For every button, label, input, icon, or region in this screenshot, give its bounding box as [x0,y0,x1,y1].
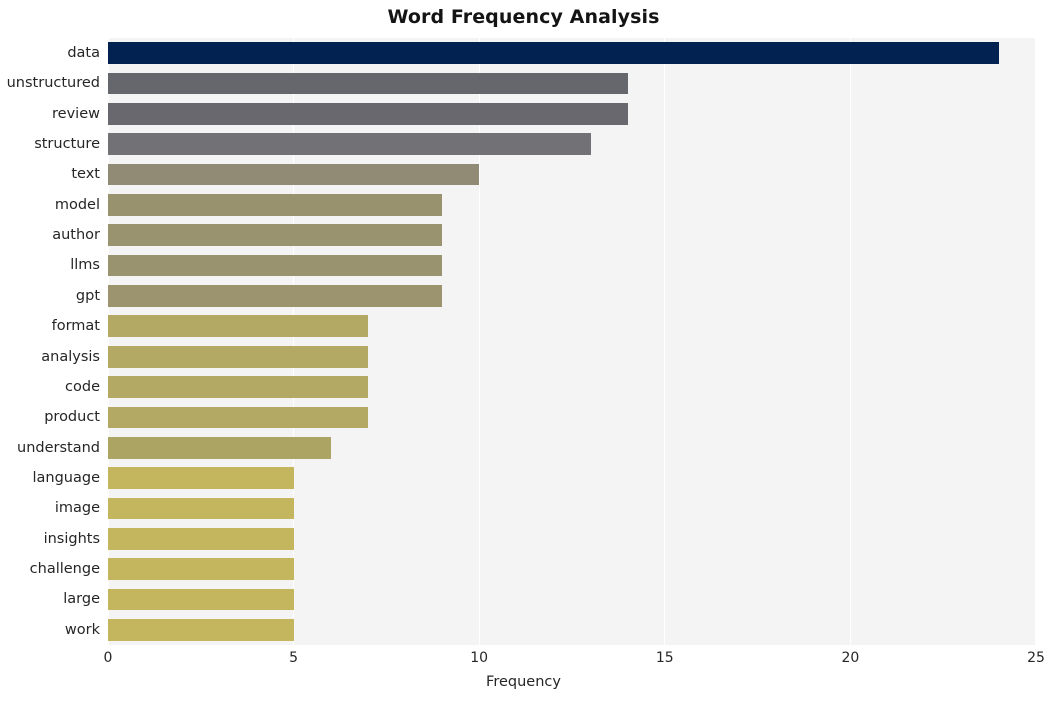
y-axis-tick-label: unstructured [6,75,100,92]
bar-row: review [52,99,1036,129]
bar-row: understand [17,433,1036,463]
bar [108,527,294,550]
y-axis-tick-label: analysis [41,348,100,365]
x-axis-tick-label: 20 [841,650,860,666]
y-axis-tick-label: llms [70,257,100,274]
bar [108,467,294,489]
y-axis-tick-label: data [67,45,100,61]
x-axis-tick-label: 0 [103,650,113,666]
y-axis-tick-label: text [71,166,100,183]
bar [108,103,628,125]
bar-row: image [55,493,1036,523]
bar [108,345,368,368]
bar-row: structure [34,129,1036,159]
bar [108,194,443,216]
y-axis-tick-label: work [64,621,100,638]
bar-row: product [44,402,1036,432]
x-axis-label: Frequency [486,674,561,690]
y-axis-tick-label: insights [43,530,100,547]
y-axis-tick-label: code [65,378,100,395]
bar-row: llms [70,250,1036,280]
x-axis-tick-label: 15 [655,650,674,666]
y-axis-tick-label: gpt [75,287,100,304]
bar [108,163,480,186]
bar [108,285,443,307]
y-axis-tick-label: understand [17,439,100,456]
y-axis-tick-label: challenge [29,560,100,577]
y-axis-tick-label: model [54,196,100,213]
bar-row: unstructured [7,68,1036,98]
bar [108,558,294,580]
bar [108,436,331,459]
y-axis-tick-label: review [52,105,100,122]
bar [108,497,294,520]
y-axis-tick-label: language [32,469,100,486]
bar-rows: data unstructured review structure text model… [7,38,1036,645]
y-axis-tick-label: large [63,591,100,608]
bar [108,72,628,95]
y-axis-tick-label: image [54,500,100,517]
bar [108,133,591,156]
y-axis-tick-label: format [51,318,100,335]
bar [108,224,443,247]
bar-row: author [52,220,1036,250]
bar [108,406,368,429]
x-axis-tick-label: 10 [470,650,489,666]
bar [108,618,294,641]
bar-row: insights [44,524,1036,554]
bar-row: large [63,584,1036,614]
bar-row: model [55,190,1036,220]
bar [108,588,294,611]
plot-area: data unstructured review structure text model… [7,38,1037,645]
y-axis-tick-label: author [52,227,100,244]
x-axis-tick-label: 25 [1027,650,1045,666]
bar-row: format [52,311,1036,341]
bar-row: gpt [76,281,1036,311]
y-axis-tick-label: structure [34,136,100,153]
bar-row: text [71,159,1036,189]
bar-row: challenge [30,554,1036,584]
bar-row: analysis [41,342,1036,372]
bar-row: code [65,372,1036,402]
bar-row: data [67,38,1036,68]
bar [108,254,443,277]
chart-title: Word Frequency Analysis [387,6,660,28]
bar-row: language [32,463,1036,493]
x-axis-tick-label: 5 [289,650,299,666]
bar-row: work [65,615,1036,645]
word-frequency-chart-figure: Word Frequency Analysis data unstructured… [0,0,1047,701]
bar [108,315,368,338]
bar [108,376,368,398]
bar [108,42,999,64]
y-axis-tick-label: product [44,409,100,426]
